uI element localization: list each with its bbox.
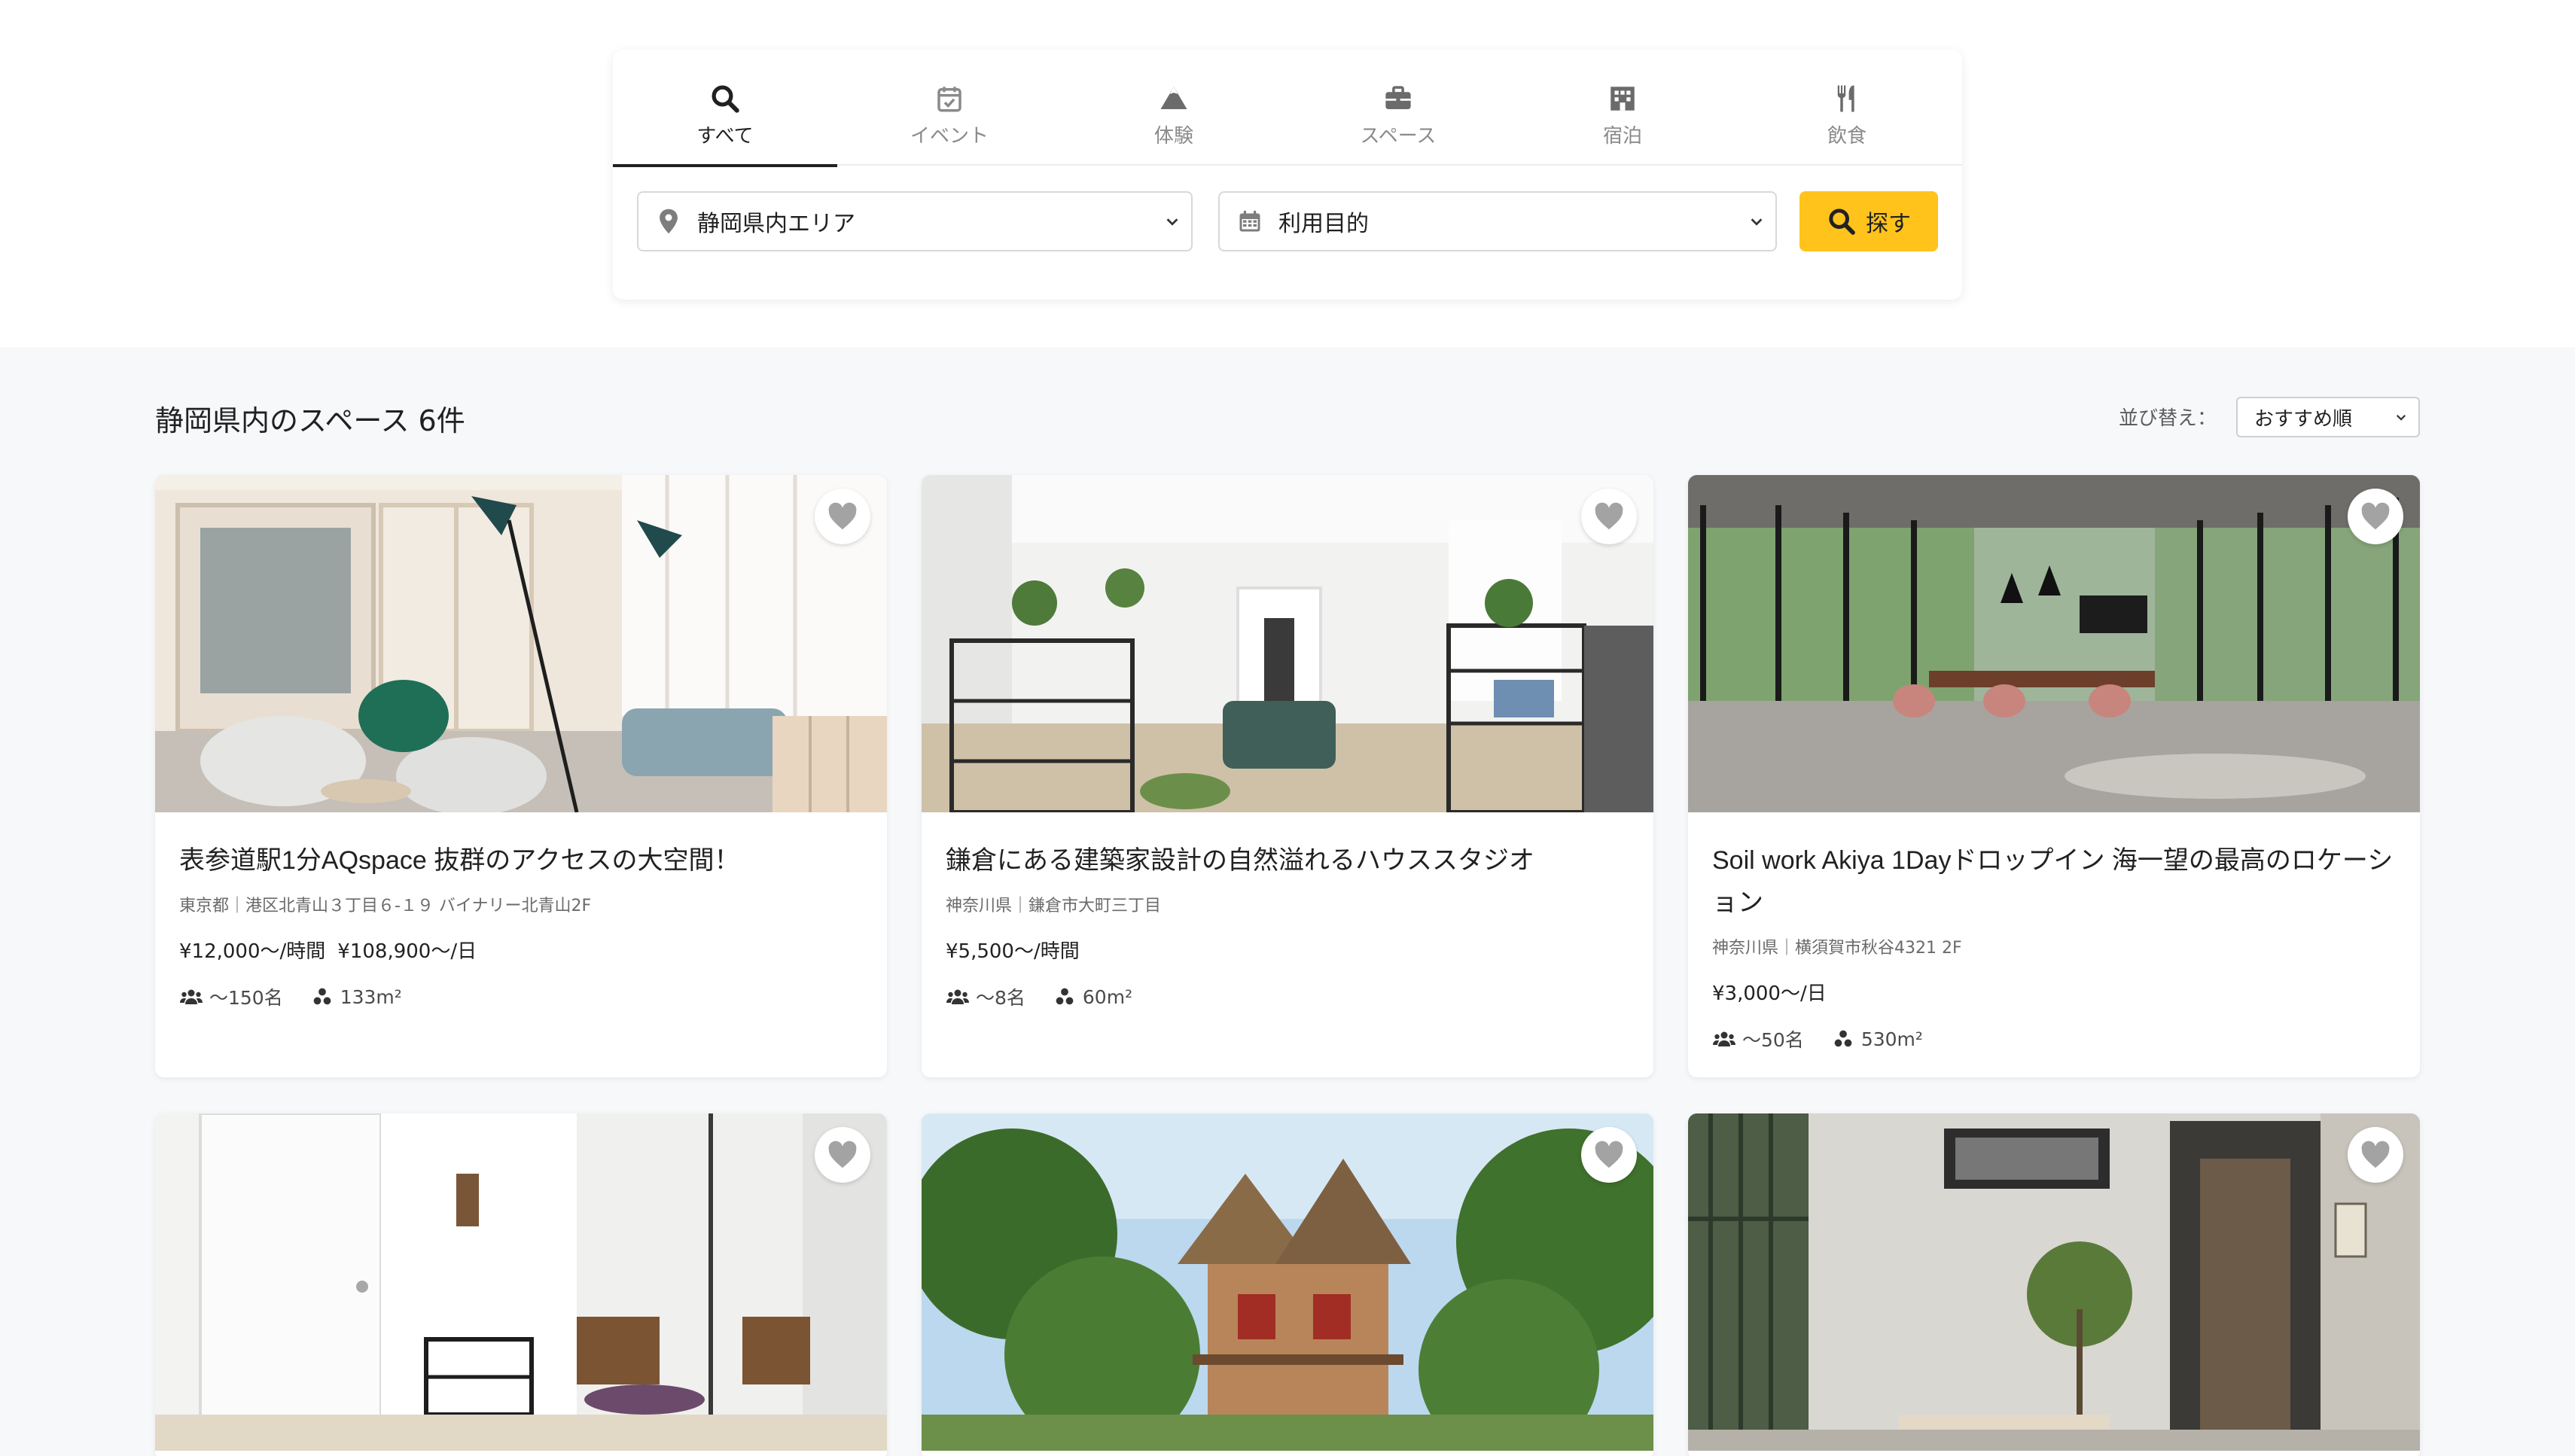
tab-all[interactable]: すべて xyxy=(613,50,837,167)
tab-label: すべて xyxy=(696,124,754,148)
space-title[interactable]: 表参道駅1分AQspace 抜群のアクセスの大空間！ xyxy=(179,839,863,882)
space-photo-image xyxy=(922,475,1653,812)
space-photo[interactable] xyxy=(155,1113,887,1451)
space-address: 東京都｜港区北青山３丁目６-１９ バイナリー北青山2F xyxy=(179,897,592,915)
search-header: すべて イベント 体験 スペース 宿泊 飲食 静岡県内エリア 利用目的 探す xyxy=(0,0,2575,347)
utensils-icon xyxy=(1837,85,1854,111)
search-icon xyxy=(712,85,739,113)
space-photo[interactable] xyxy=(1688,1113,2420,1451)
price-daily: ¥108,900〜/日 xyxy=(337,940,477,963)
space-price: ¥5,500〜/時間 xyxy=(946,936,1629,964)
capacity-value: 〜150名 xyxy=(209,987,283,1009)
heart-icon xyxy=(2361,1141,2390,1168)
space-title[interactable]: 鎌倉にある建築家設計の自然溢れるハウススタジオ xyxy=(946,839,1629,882)
space-photo-image xyxy=(1688,1113,2420,1451)
calendar-check-icon xyxy=(937,86,961,111)
space-card[interactable]: Soil work Akiya 1Dayドロップイン 海一望の最高のロケーション… xyxy=(1688,475,2420,1077)
space-photo[interactable] xyxy=(922,1113,1653,1451)
space-card[interactable] xyxy=(1688,1113,2420,1456)
space-address: 神奈川県｜横須賀市秋谷4321 2F xyxy=(1712,939,1962,958)
space-photo-image xyxy=(922,1113,1653,1451)
heart-icon xyxy=(828,502,857,530)
space-photo[interactable] xyxy=(1688,475,2420,812)
tab-event[interactable]: イベント xyxy=(837,50,1062,166)
area-icon xyxy=(1056,988,1074,1005)
tab-experience[interactable]: 体験 xyxy=(1062,50,1286,166)
space-price: ¥12,000〜/時間 ¥108,900〜/日 xyxy=(179,936,863,964)
heart-icon xyxy=(2361,502,2390,530)
space-meta: 〜8名 60m² xyxy=(946,983,1629,1010)
chevron-down-icon xyxy=(2396,414,2406,421)
price-hourly: ¥5,500〜/時間 xyxy=(946,940,1080,963)
space-photo-image xyxy=(155,1113,887,1451)
area-value: 133m² xyxy=(340,985,402,1008)
search-button-label: 探す xyxy=(1866,212,1911,236)
favorite-button[interactable] xyxy=(1581,1127,1637,1183)
space-title[interactable]: Soil work Akiya 1Dayドロップイン 海一望の最高のロケーション xyxy=(1712,839,2396,924)
search-icon xyxy=(1829,209,1855,235)
area-select[interactable]: 静岡県内エリア xyxy=(637,191,1193,251)
chevron-down-icon xyxy=(1751,218,1763,226)
tab-lodging[interactable]: 宿泊 xyxy=(1510,50,1735,166)
tab-food[interactable]: 飲食 xyxy=(1735,50,1959,166)
tab-space[interactable]: スペース xyxy=(1286,50,1510,166)
users-icon xyxy=(946,989,969,1004)
space-card[interactable] xyxy=(155,1113,887,1456)
area-icon xyxy=(313,988,331,1005)
area-select-value: 静岡県内エリア xyxy=(697,211,855,237)
space-address: 神奈川県｜鎌倉市大町三丁目 xyxy=(946,897,1162,915)
area-value: 530m² xyxy=(1860,1028,1923,1050)
space-photo-image xyxy=(1688,475,2420,812)
results-section: 静岡県内のスペース 6件 並び替え： おすすめ順 表参道駅1分AQspace 抜… xyxy=(0,347,2575,1456)
capacity-value: 〜8名 xyxy=(976,987,1025,1009)
users-icon xyxy=(180,989,203,1004)
tab-label: 体験 xyxy=(1153,124,1193,148)
map-pin-icon xyxy=(655,206,682,236)
tab-label: 飲食 xyxy=(1827,124,1866,148)
space-card[interactable] xyxy=(922,1113,1653,1456)
space-photo[interactable] xyxy=(155,475,887,812)
purpose-select-value: 利用目的 xyxy=(1278,211,1369,237)
sort-label: 並び替え： xyxy=(2119,407,2217,430)
purpose-select[interactable]: 利用目的 xyxy=(1218,191,1777,251)
users-icon xyxy=(1713,1031,1735,1046)
tab-label: イベント xyxy=(910,124,989,148)
favorite-button[interactable] xyxy=(2348,1127,2403,1183)
chevron-down-icon xyxy=(1166,218,1178,226)
space-card[interactable]: 鎌倉にある建築家設計の自然溢れるハウススタジオ 神奈川県｜鎌倉市大町三丁目 ¥5… xyxy=(922,475,1653,1077)
area-value: 60m² xyxy=(1082,985,1133,1008)
sort-select[interactable]: おすすめ順 xyxy=(2236,397,2420,437)
space-card[interactable]: 表参道駅1分AQspace 抜群のアクセスの大空間！ 東京都｜港区北青山３丁目６… xyxy=(155,475,887,1077)
heart-icon xyxy=(828,1141,857,1168)
briefcase-icon xyxy=(1385,85,1411,109)
favorite-button[interactable] xyxy=(2348,489,2403,544)
sort-select-value: おすすめ順 xyxy=(2254,407,2353,431)
heart-icon xyxy=(1595,502,1623,530)
results-title: 静岡県内のスペース 6件 xyxy=(155,404,465,437)
tab-label: スペース xyxy=(1360,124,1437,148)
favorite-button[interactable] xyxy=(815,1127,870,1183)
area-icon xyxy=(1834,1030,1852,1047)
space-photo-image xyxy=(155,475,887,812)
hotel-building-icon xyxy=(1611,86,1635,111)
price-hourly: ¥12,000〜/時間 xyxy=(179,940,326,963)
price-daily: ¥3,000〜/日 xyxy=(1712,982,1827,1005)
tab-label: 宿泊 xyxy=(1602,124,1642,148)
favorite-button[interactable] xyxy=(815,489,870,544)
capacity-value: 〜50名 xyxy=(1742,1029,1804,1051)
search-button[interactable]: 探す xyxy=(1799,191,1938,251)
search-panel: すべて イベント 体験 スペース 宿泊 飲食 静岡県内エリア 利用目的 探す xyxy=(613,50,1962,300)
mountain-icon xyxy=(1160,86,1187,109)
space-meta: 〜50名 530m² xyxy=(1712,1025,2396,1052)
space-photo[interactable] xyxy=(922,475,1653,812)
space-meta: 〜150名 133m² xyxy=(179,983,863,1010)
favorite-button[interactable] xyxy=(1581,489,1637,544)
space-price: ¥3,000〜/日 xyxy=(1712,978,2396,1006)
calendar-icon xyxy=(1236,206,1263,236)
category-tabs: すべて イベント 体験 スペース 宿泊 飲食 xyxy=(613,50,1962,167)
heart-icon xyxy=(1595,1141,1623,1168)
